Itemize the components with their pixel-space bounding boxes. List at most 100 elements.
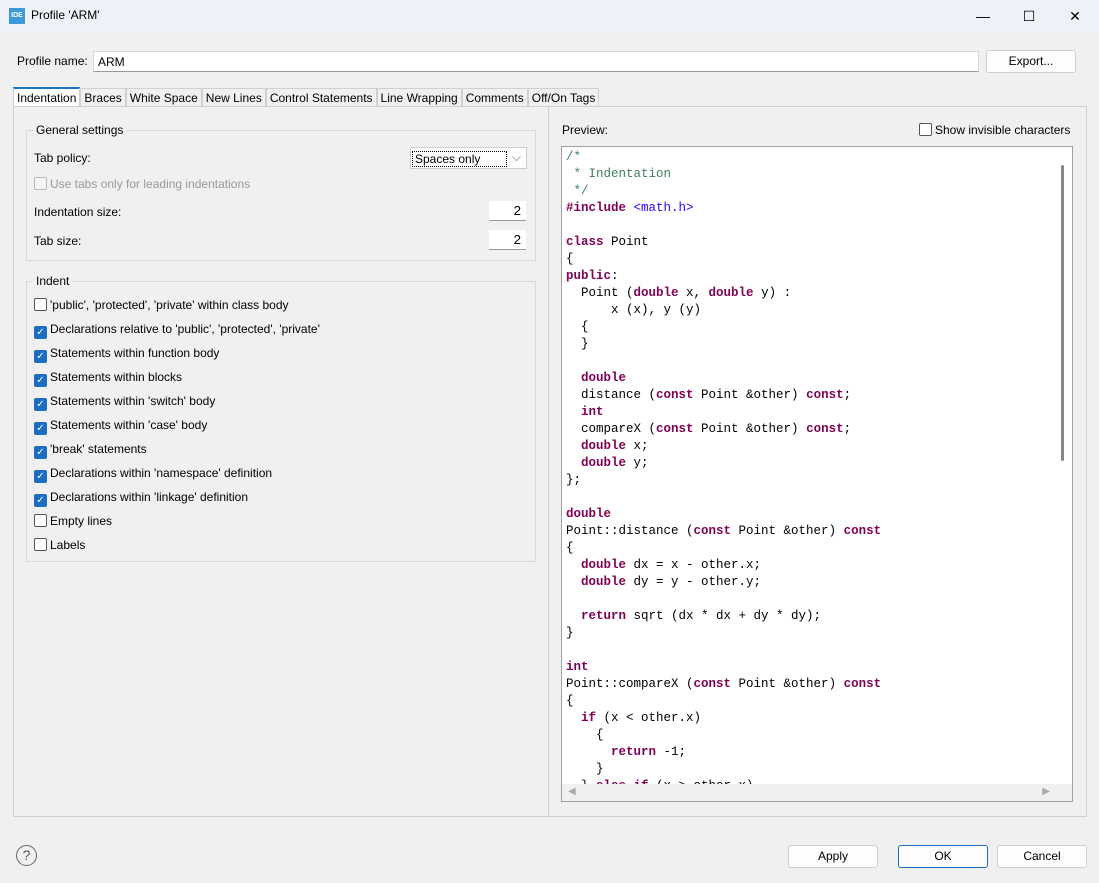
indent-option-checkbox[interactable]: ✓ Statements within function body <box>34 346 219 363</box>
indent-option-label: 'break' statements <box>50 442 147 456</box>
code-token: x (x), y (y) <box>566 303 702 317</box>
tab-off-on-tags[interactable]: Off/On Tags <box>527 88 600 107</box>
code-line: double <box>566 506 881 523</box>
tab-control-statements[interactable]: Control Statements <box>265 88 377 107</box>
scroll-right-icon[interactable]: ▶ <box>1042 786 1050 797</box>
code-token: dy = y - other.y; <box>626 575 762 589</box>
splitter[interactable] <box>548 107 549 816</box>
code-token: } <box>566 337 589 351</box>
ok-button[interactable]: OK <box>898 845 988 868</box>
tab-white-space[interactable]: White Space <box>125 88 202 107</box>
tab-braces[interactable]: Braces <box>80 88 126 107</box>
use-tabs-label: Use tabs only for leading indentations <box>50 177 251 191</box>
code-token: double <box>581 371 627 385</box>
indent-option-checkbox[interactable]: ✓ Statements within 'switch' body <box>34 394 215 411</box>
code-token: Point &other) <box>693 388 807 402</box>
code-line: distance (const Point &other) const; <box>566 387 881 404</box>
code-token: const <box>656 422 694 436</box>
code-token: double <box>708 286 754 300</box>
code-token: double <box>581 439 627 453</box>
code-token: distance ( <box>566 388 657 402</box>
indent-option-checkbox[interactable]: Labels <box>34 538 85 552</box>
use-tabs-checkbox: Use tabs only for leading indentations <box>34 177 250 191</box>
indent-group: Indent 'public', 'protected', 'private' … <box>26 274 536 562</box>
code-token: int <box>566 660 589 674</box>
code-line: public: <box>566 268 881 285</box>
code-token: double <box>581 456 627 470</box>
chevron-down-icon: ⌵ <box>511 150 521 164</box>
code-token: return <box>611 745 657 759</box>
code-token: } <box>566 762 604 776</box>
code-token: public <box>566 269 612 283</box>
indent-option-checkbox[interactable]: 'public', 'protected', 'private' within … <box>34 298 289 312</box>
code-token: Point &other) <box>731 524 844 538</box>
code-line: */ <box>566 183 881 200</box>
code-token: * Indentation <box>566 167 672 181</box>
code-line: } <box>566 625 881 642</box>
indent-option-checkbox[interactable]: ✓ Statements within 'case' body <box>34 418 207 435</box>
indent-option-checkbox[interactable]: ✓ Declarations relative to 'public', 'pro… <box>34 322 320 339</box>
code-token: { <box>566 320 589 334</box>
code-token: Point <box>603 235 649 249</box>
code-token: : <box>611 269 619 283</box>
indent-option-label: Statements within function body <box>50 346 220 360</box>
code-line: if (x < other.x) <box>566 710 881 727</box>
code-token: dx = x - other.x; <box>626 558 762 572</box>
indent-option-label: Empty lines <box>50 514 113 528</box>
code-line: Point::compareX (const Point &other) con… <box>566 676 881 693</box>
preview-label: Preview: <box>562 123 609 137</box>
code-token: const <box>843 677 882 691</box>
profile-name-input[interactable] <box>93 51 979 72</box>
code-token: double <box>581 558 627 572</box>
horizontal-scrollbar[interactable]: ◀ ▶ <box>562 784 1072 801</box>
code-line: { <box>566 251 881 268</box>
code-line: Point::distance (const Point &other) con… <box>566 523 881 540</box>
indent-option-label: Declarations relative to 'public', 'prot… <box>50 322 320 336</box>
checkbox-icon: ✓ <box>34 422 47 435</box>
code-token: const <box>806 422 844 436</box>
indent-option-checkbox[interactable]: ✓ Statements within blocks <box>34 370 182 387</box>
indent-option-checkbox[interactable]: ✓'break' statements <box>34 442 147 459</box>
code-token: -1; <box>656 745 687 759</box>
apply-button[interactable]: Apply <box>788 845 878 868</box>
code-token: <math.h> <box>633 201 694 215</box>
checkbox-icon: ✓ <box>34 494 47 507</box>
code-token: const <box>693 677 732 691</box>
tab-size-input[interactable] <box>489 230 526 250</box>
code-line: double y; <box>566 455 881 472</box>
code-token: #include <box>566 201 627 215</box>
help-icon[interactable]: ? <box>16 845 37 866</box>
vertical-scrollbar[interactable] <box>1061 165 1064 461</box>
code-line: double <box>566 370 881 387</box>
scroll-left-icon[interactable]: ◀ <box>568 786 576 797</box>
code-token: return <box>581 609 627 623</box>
code-token: double <box>633 286 679 300</box>
indent-option-checkbox[interactable]: Empty lines <box>34 514 112 528</box>
show-invisible-checkbox[interactable]: Show invisible characters <box>919 123 1070 137</box>
code-line: x (x), y (y) <box>566 302 881 319</box>
tab-indentation[interactable]: Indentation <box>13 87 81 107</box>
tab-comments[interactable]: Comments <box>461 88 528 107</box>
indent-option-checkbox[interactable]: ✓ Declarations within 'linkage' definitio… <box>34 490 248 507</box>
code-line: { <box>566 319 881 336</box>
minimize-button[interactable]: — <box>960 0 1006 32</box>
tab-line-wrapping[interactable]: Line Wrapping <box>376 88 462 107</box>
maximize-button[interactable]: ☐ <box>1006 0 1052 32</box>
close-button[interactable]: ✕ <box>1052 0 1098 32</box>
cancel-button[interactable]: Cancel <box>997 845 1087 868</box>
export-button[interactable]: Export... <box>986 50 1076 73</box>
code-line: { <box>566 540 881 557</box>
code-token: Point &other) <box>731 677 844 691</box>
indent-option-checkbox[interactable]: ✓ Declarations within 'namespace' definit… <box>34 466 272 483</box>
indentation-size-input[interactable] <box>489 201 526 221</box>
tab-new-lines[interactable]: New Lines <box>201 88 266 107</box>
tab-policy-select[interactable]: Spaces only ⌵ <box>410 147 527 169</box>
code-token: x, <box>678 286 709 300</box>
